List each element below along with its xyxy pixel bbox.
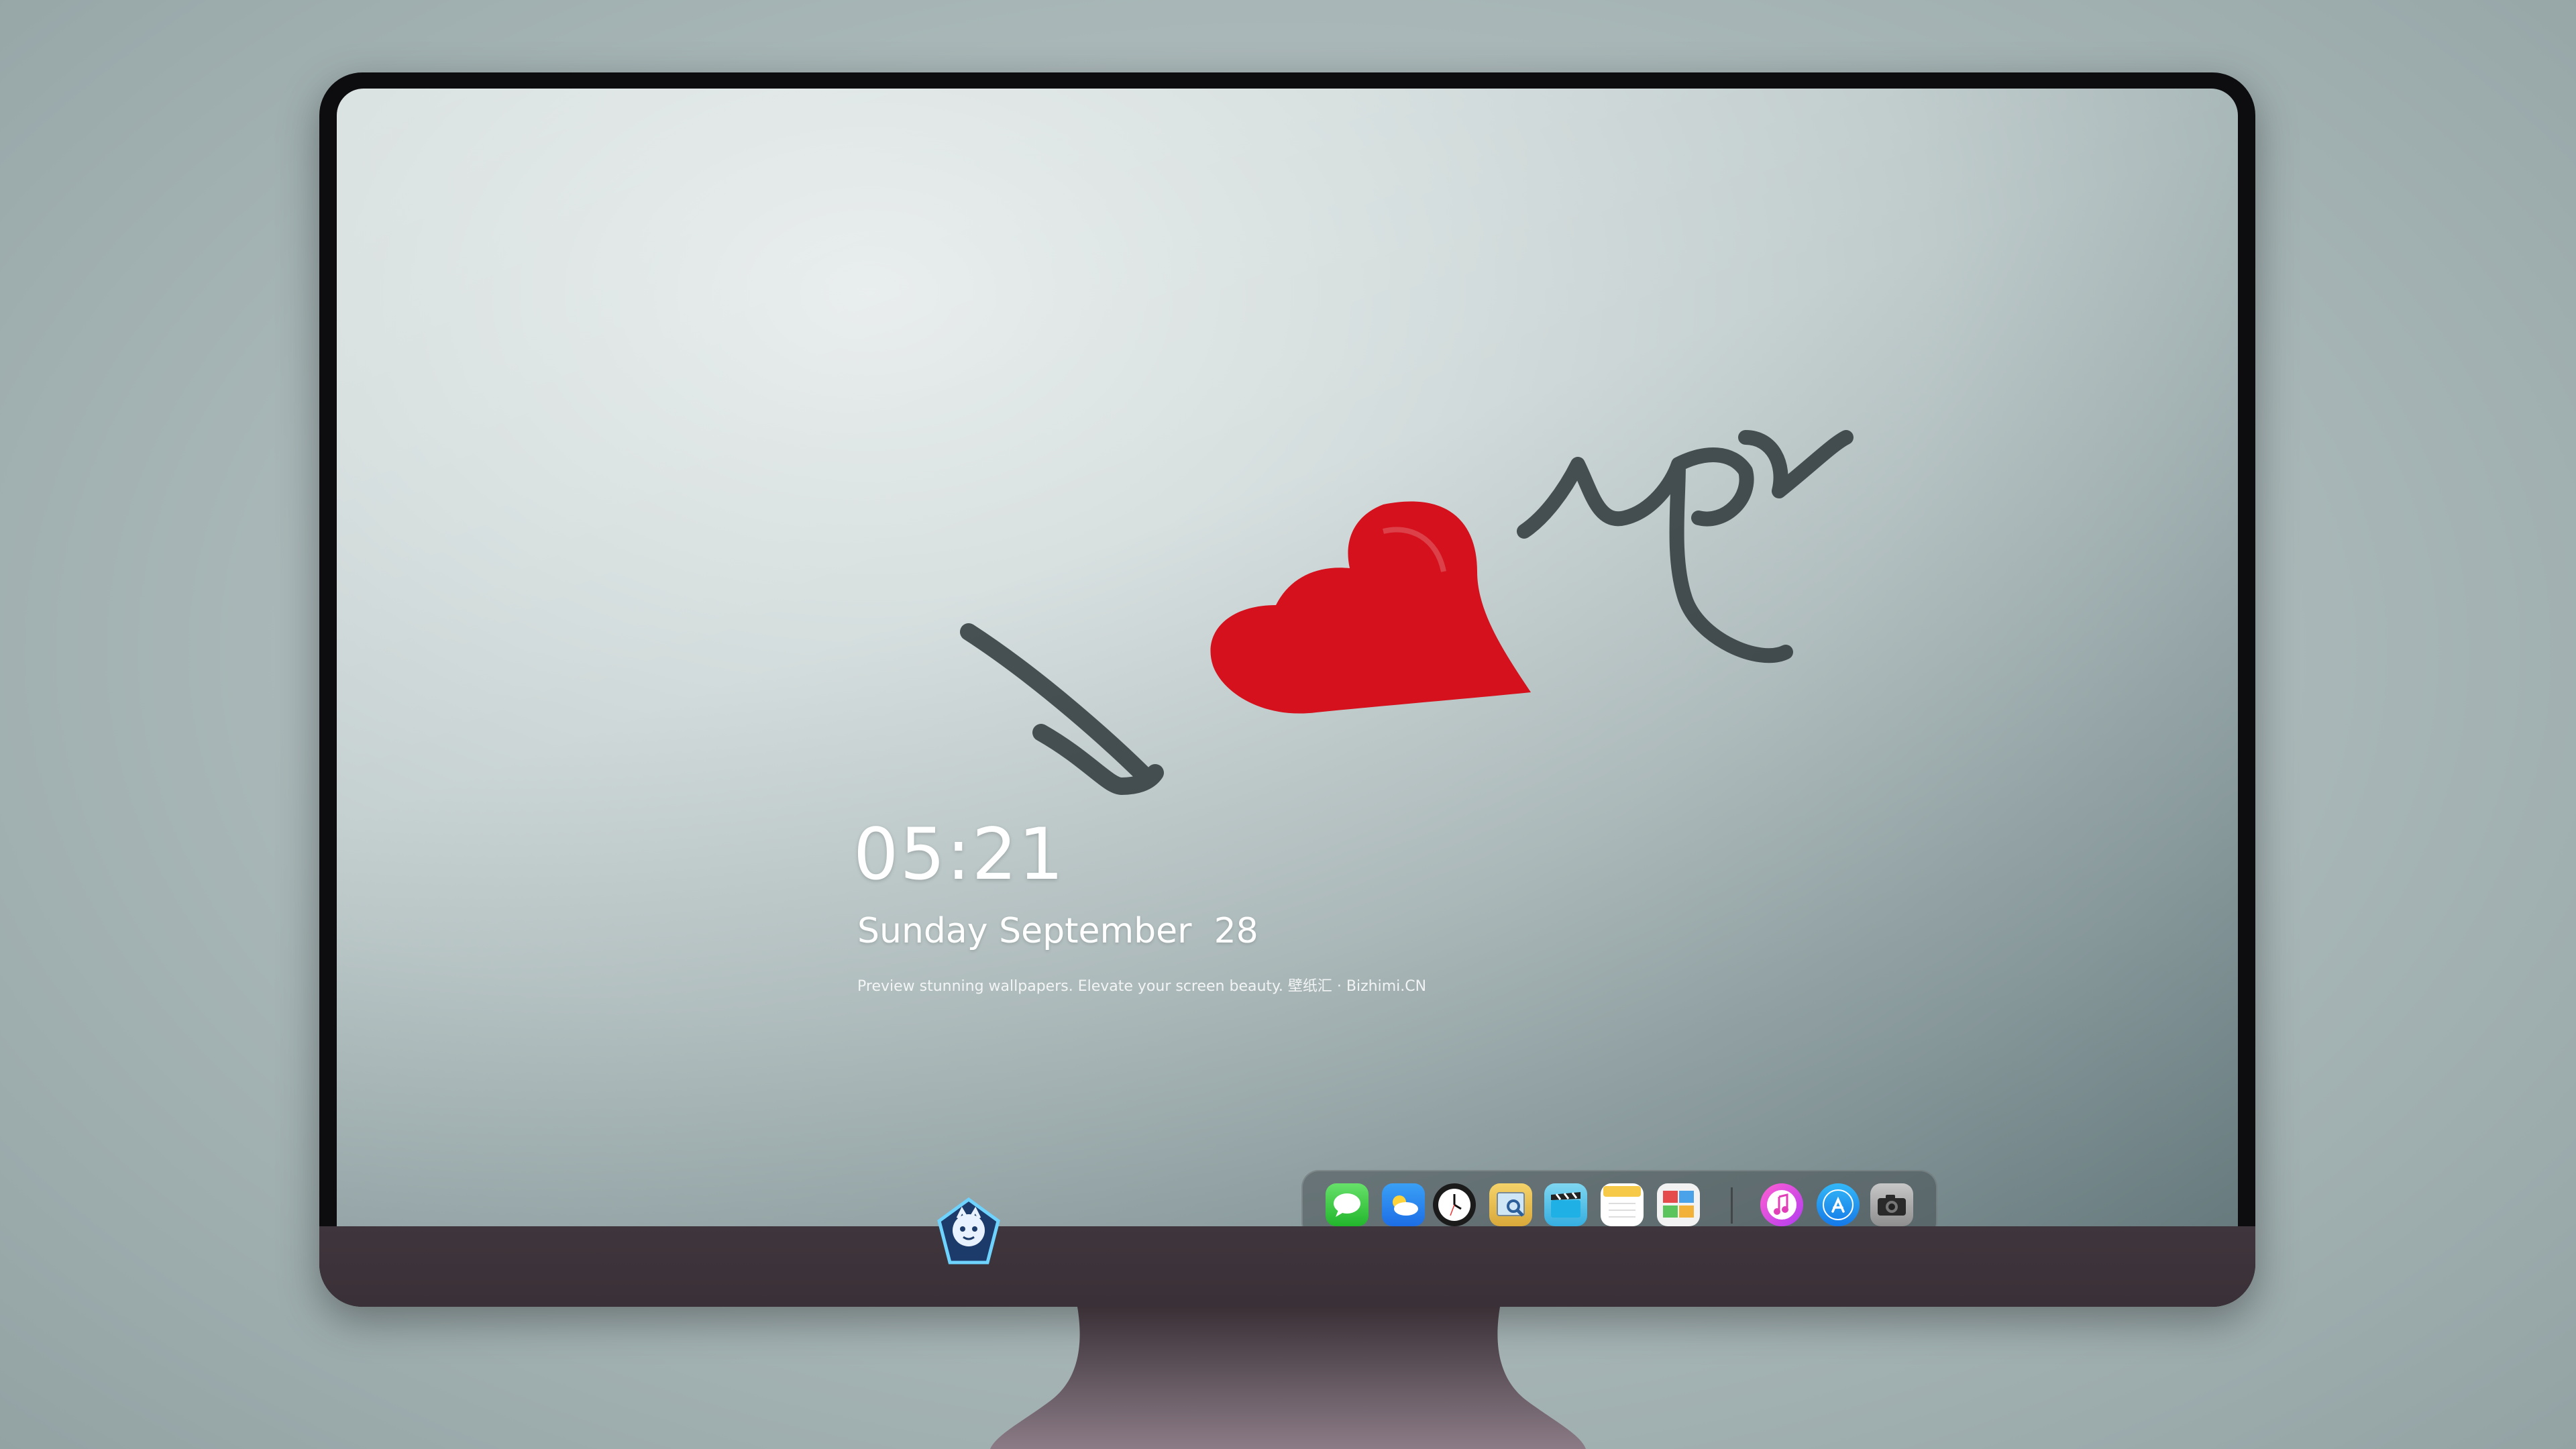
clock-icon[interactable] [1433,1183,1476,1226]
monitor-chin [319,1226,2255,1307]
preview-icon[interactable] [1489,1183,1532,1226]
weather-icon[interactable] [1382,1183,1425,1226]
notes-icon[interactable] [1601,1183,1644,1226]
desktop-screen: 05:21 Sunday September 28 Preview stunni… [337,89,2238,1226]
app-store-icon[interactable] [1817,1183,1860,1226]
photo-gallery-icon[interactable] [1657,1183,1700,1226]
monitor-stand [990,1307,1586,1449]
dock-separator [1731,1187,1733,1224]
clapperboard-icon[interactable] [1544,1183,1587,1226]
messages-icon[interactable] [1326,1183,1368,1226]
mascot-logo-icon [937,1197,1000,1265]
wallpaper-illustration [960,430,1854,795]
camera-icon[interactable] [1870,1183,1913,1226]
music-note-icon[interactable] [1760,1183,1803,1226]
handwritten-i [960,623,1164,795]
wallpaper-caption: Preview stunning wallpapers. Elevate you… [857,978,1427,995]
handwritten-you [1517,430,1854,663]
monitor: 05:21 Sunday September 28 Preview stunni… [319,72,2255,1307]
lock-screen-time: 05:21 [853,813,1065,896]
dock [1301,1170,1937,1226]
lock-screen-date: Sunday September 28 [857,911,1258,951]
